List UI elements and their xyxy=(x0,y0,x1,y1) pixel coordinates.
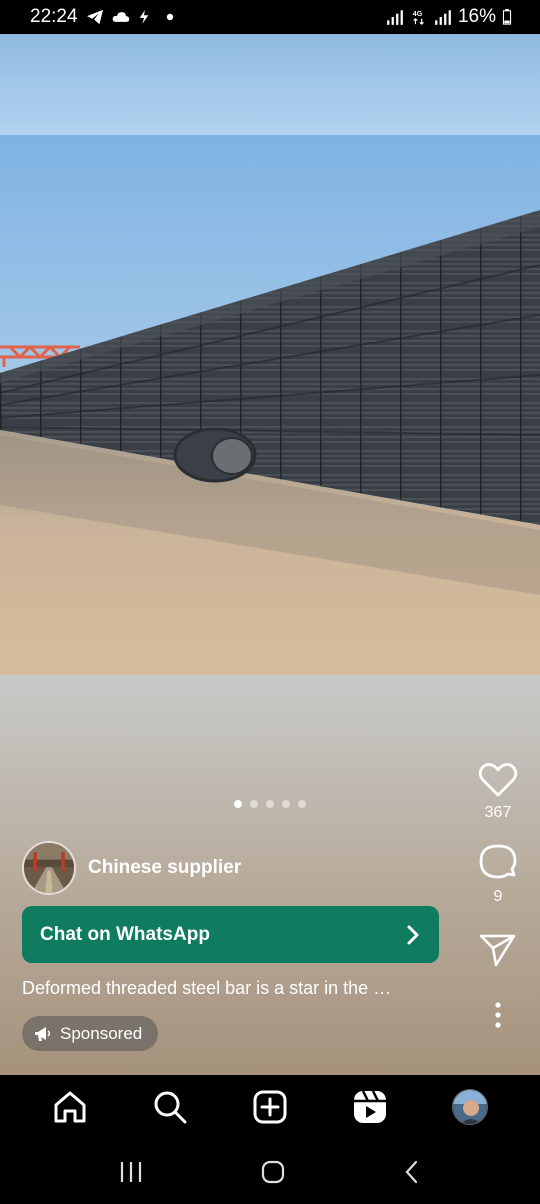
telegram-icon xyxy=(86,9,103,25)
more-options-button[interactable] xyxy=(494,1002,502,1028)
bottom-nav xyxy=(0,1075,540,1139)
carousel-dot xyxy=(298,800,306,808)
svg-text:4G: 4G xyxy=(413,10,423,18)
share-button[interactable] xyxy=(479,932,517,968)
comment-count: 9 xyxy=(493,888,503,905)
battery-icon xyxy=(502,9,512,25)
more-icon xyxy=(495,1002,501,1028)
cloud-icon xyxy=(112,12,129,22)
side-actions: 367 9 xyxy=(476,762,520,1028)
status-left: 22:24 xyxy=(30,6,174,28)
status-bar: 22:24 4G 16% xyxy=(0,0,540,34)
4g-icon: 4G xyxy=(413,10,424,25)
reels-icon xyxy=(354,1090,386,1123)
battery-percent: 16% xyxy=(457,6,496,27)
dot-icon xyxy=(166,13,173,21)
status-right: 4G 16% xyxy=(386,6,512,28)
carousel-dots xyxy=(0,800,540,820)
comment-icon xyxy=(479,844,517,879)
comment-button[interactable]: 9 xyxy=(478,842,518,906)
steel-coils-photo xyxy=(0,135,540,675)
nav-create[interactable] xyxy=(240,1083,300,1131)
home-icon xyxy=(54,1091,86,1123)
post-photo[interactable] xyxy=(0,135,540,675)
chevron-right-icon xyxy=(407,925,419,944)
post-content[interactable]: Chinese supplier Chat on WhatsApp Deform… xyxy=(0,34,540,1075)
like-button[interactable]: 367 xyxy=(478,762,518,822)
account-row[interactable]: Chinese supplier xyxy=(22,840,241,896)
megaphone-icon xyxy=(35,1026,51,1041)
heart-icon xyxy=(478,763,518,797)
sponsored-label: Sponsored xyxy=(60,1023,143,1043)
account-name[interactable]: Chinese supplier xyxy=(88,857,241,879)
carousel-dot xyxy=(282,800,290,808)
nav-search[interactable] xyxy=(140,1083,200,1131)
create-icon xyxy=(253,1090,287,1124)
system-nav xyxy=(0,1139,540,1204)
back-icon[interactable] xyxy=(402,1159,422,1185)
carousel-dot xyxy=(234,800,242,808)
carousel-dot xyxy=(250,800,258,808)
bolt-icon xyxy=(139,10,148,24)
nav-home[interactable] xyxy=(40,1083,100,1131)
home-circle-icon[interactable] xyxy=(260,1159,286,1185)
like-count: 367 xyxy=(484,804,512,821)
post-caption[interactable]: Deformed threaded steel bar is a star in… xyxy=(22,978,442,999)
sponsored-badge[interactable]: Sponsored xyxy=(22,1016,159,1051)
profile-avatar[interactable] xyxy=(452,1089,488,1125)
cta-label: Chat on WhatsApp xyxy=(40,923,210,945)
signal-icon xyxy=(435,10,451,25)
nav-reels[interactable] xyxy=(340,1083,400,1131)
status-time: 22:24 xyxy=(30,6,78,27)
nav-profile[interactable] xyxy=(440,1083,500,1131)
share-icon xyxy=(479,934,516,967)
carousel-dot xyxy=(266,800,274,808)
search-icon xyxy=(154,1091,187,1124)
account-avatar[interactable] xyxy=(22,841,76,895)
recents-icon[interactable] xyxy=(118,1160,144,1184)
chat-whatsapp-button[interactable]: Chat on WhatsApp xyxy=(22,906,439,963)
signal-icon xyxy=(387,10,403,25)
